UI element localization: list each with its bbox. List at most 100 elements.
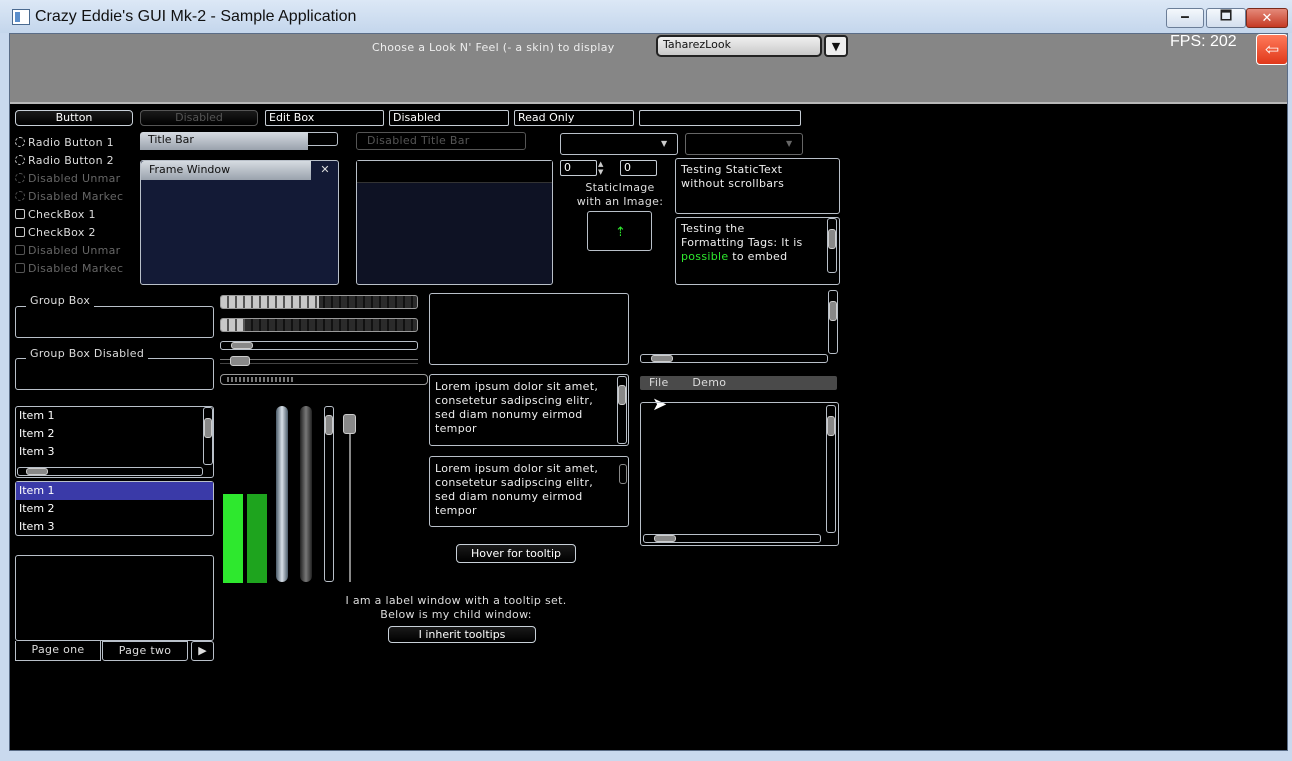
horizontal-scrollbar[interactable] [17,467,203,476]
radio-button-1[interactable]: Radio Button 1 [15,134,123,152]
radio-icon [15,137,25,147]
spinner-1[interactable]: 0 [560,160,597,176]
list-item[interactable]: Item 3 [16,518,213,536]
vertical-slider-1[interactable] [276,406,288,582]
inherit-tooltips-button[interactable]: I inherit tooltips [388,626,536,643]
disabled-frame-window [356,160,553,285]
edit-box-empty[interactable] [639,110,801,126]
slider-thumb[interactable] [230,356,250,366]
progress-fill [221,319,245,331]
menu-item-demo[interactable]: Demo [692,376,726,389]
progress-fill [221,296,319,308]
horizontal-slider-2[interactable] [220,374,428,385]
vertical-scrollbar[interactable] [826,405,836,533]
tab-page-two[interactable]: Page two [102,641,188,661]
group-box [15,306,214,338]
horizontal-slider-1[interactable] [220,356,418,366]
multiline-editbox-1[interactable]: Lorem ipsum dolor sit amet, consetetur s… [429,374,629,446]
tab-panel [15,555,214,641]
group-box-label: Group Box [26,294,95,307]
close-icon[interactable]: ✕ [313,161,337,179]
vertical-scrollbar[interactable] [617,376,627,444]
horizontal-scrollbar[interactable] [643,534,821,543]
listbox-2[interactable]: Item 1 Item 2 Item 3 [15,481,214,536]
frame-window[interactable]: Frame Window ✕ [140,160,339,285]
checkbox-disabled-unmarked: Disabled Unmar [15,242,123,260]
multiline-editbox-2[interactable]: Lorem ipsum dolor sit amet, consetetur s… [429,456,629,527]
scroll-thumb[interactable] [651,355,673,362]
scroll-thumb[interactable] [829,301,837,321]
scroll-thumb[interactable] [231,342,253,349]
disabled-frame-title [357,161,552,183]
edit-box[interactable]: Edit Box [265,110,384,126]
chevron-down-icon[interactable]: ▼ [824,35,848,57]
spinner-arrows-icon[interactable]: ▲ ▼ [598,160,603,176]
progress-bar-1 [220,295,418,309]
combobox-2[interactable]: ▼ [685,133,803,155]
hover-tooltip-button[interactable]: Hover for tooltip [456,544,576,563]
combobox-1[interactable]: ▼ [560,133,678,155]
radio-disabled-marked: Disabled Markec [15,188,123,206]
formatted-green-word: possible [681,250,729,263]
tab-next-button[interactable]: ▶ [191,641,214,661]
window-titlebar[interactable]: Crazy Eddie's GUI Mk-2 - Sample Applicat… [0,0,1292,33]
scroll-thumb[interactable] [828,229,836,249]
list-item[interactable]: Item 2 [16,500,213,518]
scroll-thumb[interactable] [204,418,212,438]
scroll-thumb[interactable] [26,468,48,475]
green-bar [247,494,267,583]
disabled-title-bar: Disabled Title Bar [356,132,526,150]
scroll-thumb[interactable] [654,535,676,542]
radio-icon [15,155,25,165]
skin-combobox[interactable]: TaharezLook [656,35,822,57]
group-box-disabled [15,358,214,390]
vertical-slider-3[interactable] [343,414,356,582]
list-item[interactable]: Item 1 [16,407,213,425]
skin-label: Choose a Look N' Feel (- a skin) to disp… [372,41,615,54]
close-button[interactable]: ✕ [1246,8,1288,28]
horizontal-scrollbar[interactable] [640,354,828,363]
minimize-button[interactable]: 🗕 [1166,8,1204,28]
tab-page-one[interactable]: Page one [15,641,101,661]
chevron-down-icon: ▼ [661,139,668,148]
app-icon [12,9,30,25]
checkbox-2[interactable]: CheckBox 2 [15,224,123,242]
exit-icon[interactable]: ⇦ [1256,34,1287,65]
vertical-scrollbar[interactable] [203,407,213,465]
vertical-scrollbar[interactable] [827,218,837,273]
list-item[interactable]: Item 3 [16,443,213,461]
frame-window-title[interactable]: Frame Window [141,161,311,180]
horizontal-scrollbar[interactable] [220,341,418,350]
scroll-thumb[interactable] [827,416,835,436]
radio-disabled-unmarked: Disabled Unmar [15,170,123,188]
radio-icon [15,191,25,201]
maximize-button[interactable]: 🗖 [1206,8,1246,28]
disabled-edit-box: Disabled [389,110,509,126]
title-bar[interactable]: Title Bar [140,132,308,150]
radio-button-2[interactable]: Radio Button 2 [15,152,123,170]
vertical-slider-2[interactable] [300,406,312,582]
scroll-thumb[interactable] [619,464,627,484]
list-item[interactable]: Item 2 [16,425,213,443]
scrollable-pane-2[interactable] [640,402,839,546]
menu-bar: File Demo [640,376,837,390]
scroll-thumb[interactable] [618,385,626,405]
menu-item-file[interactable]: File [649,376,669,389]
render-area: Choose a Look N' Feel (- a skin) to disp… [9,33,1288,751]
checkbox-icon [15,263,25,273]
push-button[interactable]: Button [15,110,133,126]
listbox-1[interactable]: Item 1 Item 2 Item 3 [15,406,214,478]
checkbox-icon [15,227,25,237]
slider-thumb[interactable] [343,414,356,434]
list-item-selected[interactable]: Item 1 [16,482,213,500]
scrollable-pane[interactable] [429,293,629,365]
vertical-scrollbar[interactable] [324,406,334,582]
green-bar [223,494,243,583]
checkbox-1[interactable]: CheckBox 1 [15,206,123,224]
chevron-down-icon: ▼ [786,139,793,148]
window-title: Crazy Eddie's GUI Mk-2 - Sample Applicat… [35,8,357,25]
spinner-2[interactable]: 0 [620,160,657,176]
checkbox-icon [15,209,25,219]
vertical-scrollbar[interactable] [828,290,838,354]
scroll-thumb[interactable] [325,415,333,435]
